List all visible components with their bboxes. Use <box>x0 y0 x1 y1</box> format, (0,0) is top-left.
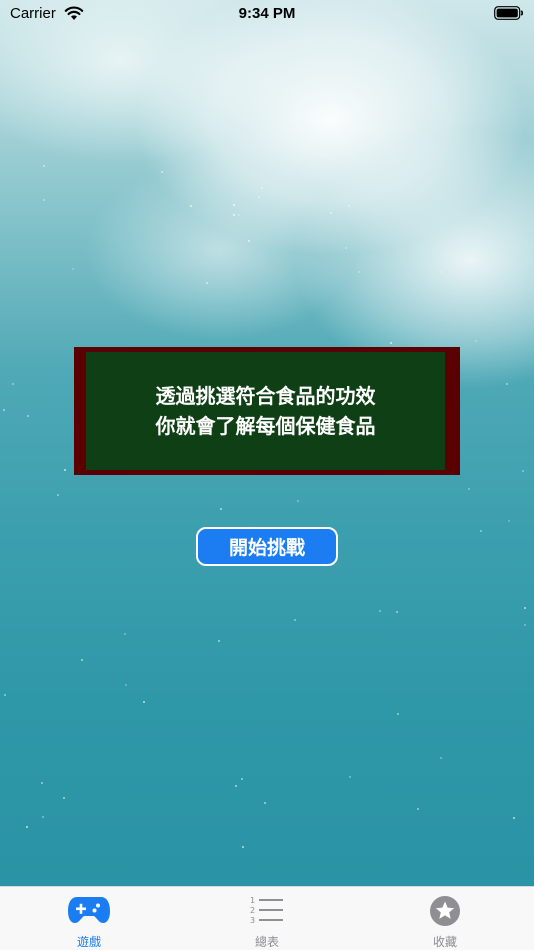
sky-speckle <box>43 199 45 201</box>
sky-speckle <box>508 520 510 522</box>
sky-speckle <box>3 409 5 411</box>
intro-panel: 透過挑選符合食品的功效 你就會了解每個保健食品 <box>74 347 460 475</box>
sky-speckle <box>417 808 419 810</box>
sky-speckle <box>396 611 398 613</box>
sky-speckle <box>26 826 28 828</box>
svg-text:3: 3 <box>250 916 255 925</box>
sky-speckle <box>390 342 392 344</box>
svg-text:2: 2 <box>250 906 255 915</box>
sky-speckle <box>440 271 442 273</box>
tab-list-label: 總表 <box>254 935 279 949</box>
sky-speckle <box>440 757 442 759</box>
numbered-list-icon: 1 2 3 <box>250 896 283 925</box>
sky-speckle <box>468 488 470 490</box>
star-icon <box>430 896 460 926</box>
start-challenge-button[interactable]: 開始挑戰 <box>196 527 338 566</box>
sky-speckle <box>81 659 83 661</box>
sky-speckle <box>475 340 477 342</box>
sky-speckle <box>27 415 29 417</box>
sky-speckle <box>397 713 399 715</box>
sky-speckle <box>348 205 350 207</box>
sky-speckle <box>143 701 145 703</box>
sky-speckle <box>241 778 243 780</box>
tab-list[interactable]: 1 2 3 總表 <box>178 887 356 950</box>
sky-speckle <box>330 212 332 214</box>
tab-game[interactable]: 遊戲 <box>0 887 178 950</box>
status-bar: Carrier 9:34 PM <box>0 0 534 28</box>
sky-speckle <box>220 508 222 510</box>
sky-speckle <box>42 816 44 818</box>
sky-speckle <box>125 684 127 686</box>
sky-speckle <box>248 240 250 242</box>
intro-line-2: 你就會了解每個保健食品 <box>155 414 376 438</box>
sky-speckle <box>233 204 235 206</box>
sky-speckle <box>379 610 381 612</box>
sky-speckle <box>12 383 14 385</box>
sky-speckle <box>41 782 43 784</box>
sky-speckle <box>294 619 296 621</box>
sky-speckle <box>72 268 74 270</box>
intro-line-1: 透過挑選符合食品的功效 <box>155 384 376 408</box>
sky-speckle <box>513 817 515 819</box>
intro-panel-content: 透過挑選符合食品的功效 你就會了解每個保健食品 <box>84 350 447 472</box>
sky-speckle <box>345 247 347 249</box>
sky-speckle <box>63 797 65 799</box>
sky-speckle <box>190 205 192 207</box>
svg-text:1: 1 <box>250 896 255 905</box>
sky-speckle <box>506 383 508 385</box>
gamepad-icon <box>68 897 110 923</box>
sky-speckle <box>206 282 208 284</box>
app-screen: Carrier 9:34 PM 透過挑選符合食品的功效 你就會了解每個保健食品 … <box>0 0 534 950</box>
sky-speckle <box>258 196 260 198</box>
status-time: 9:34 PM <box>238 5 296 22</box>
sky-speckle <box>522 470 524 472</box>
sky-speckle <box>57 494 59 496</box>
sky-speckle <box>64 469 66 471</box>
sky-speckle <box>264 802 266 804</box>
sky-speckle <box>524 624 526 626</box>
sky-speckle <box>235 785 237 787</box>
sky-speckle <box>218 640 220 642</box>
sky-speckle <box>480 530 482 532</box>
sky-speckle <box>238 214 240 216</box>
tab-favorites-label: 收藏 <box>432 935 457 949</box>
sky-speckle <box>261 187 263 189</box>
sky-speckle <box>297 500 299 502</box>
tab-bar: 遊戲 1 2 3 總表 收藏 <box>0 886 534 950</box>
sky-speckle <box>4 694 6 696</box>
sky-speckle <box>358 271 360 273</box>
sky-speckle <box>349 776 351 778</box>
sky-speckle <box>161 171 163 173</box>
sky-speckle <box>124 633 126 635</box>
sky-speckle <box>233 214 235 216</box>
battery-icon <box>494 6 524 20</box>
sky-speckle <box>242 846 244 848</box>
sky-speckle <box>524 607 526 609</box>
tab-game-label: 遊戲 <box>76 935 101 949</box>
tab-favorites[interactable]: 收藏 <box>356 887 534 950</box>
sky-speckle <box>43 165 45 167</box>
